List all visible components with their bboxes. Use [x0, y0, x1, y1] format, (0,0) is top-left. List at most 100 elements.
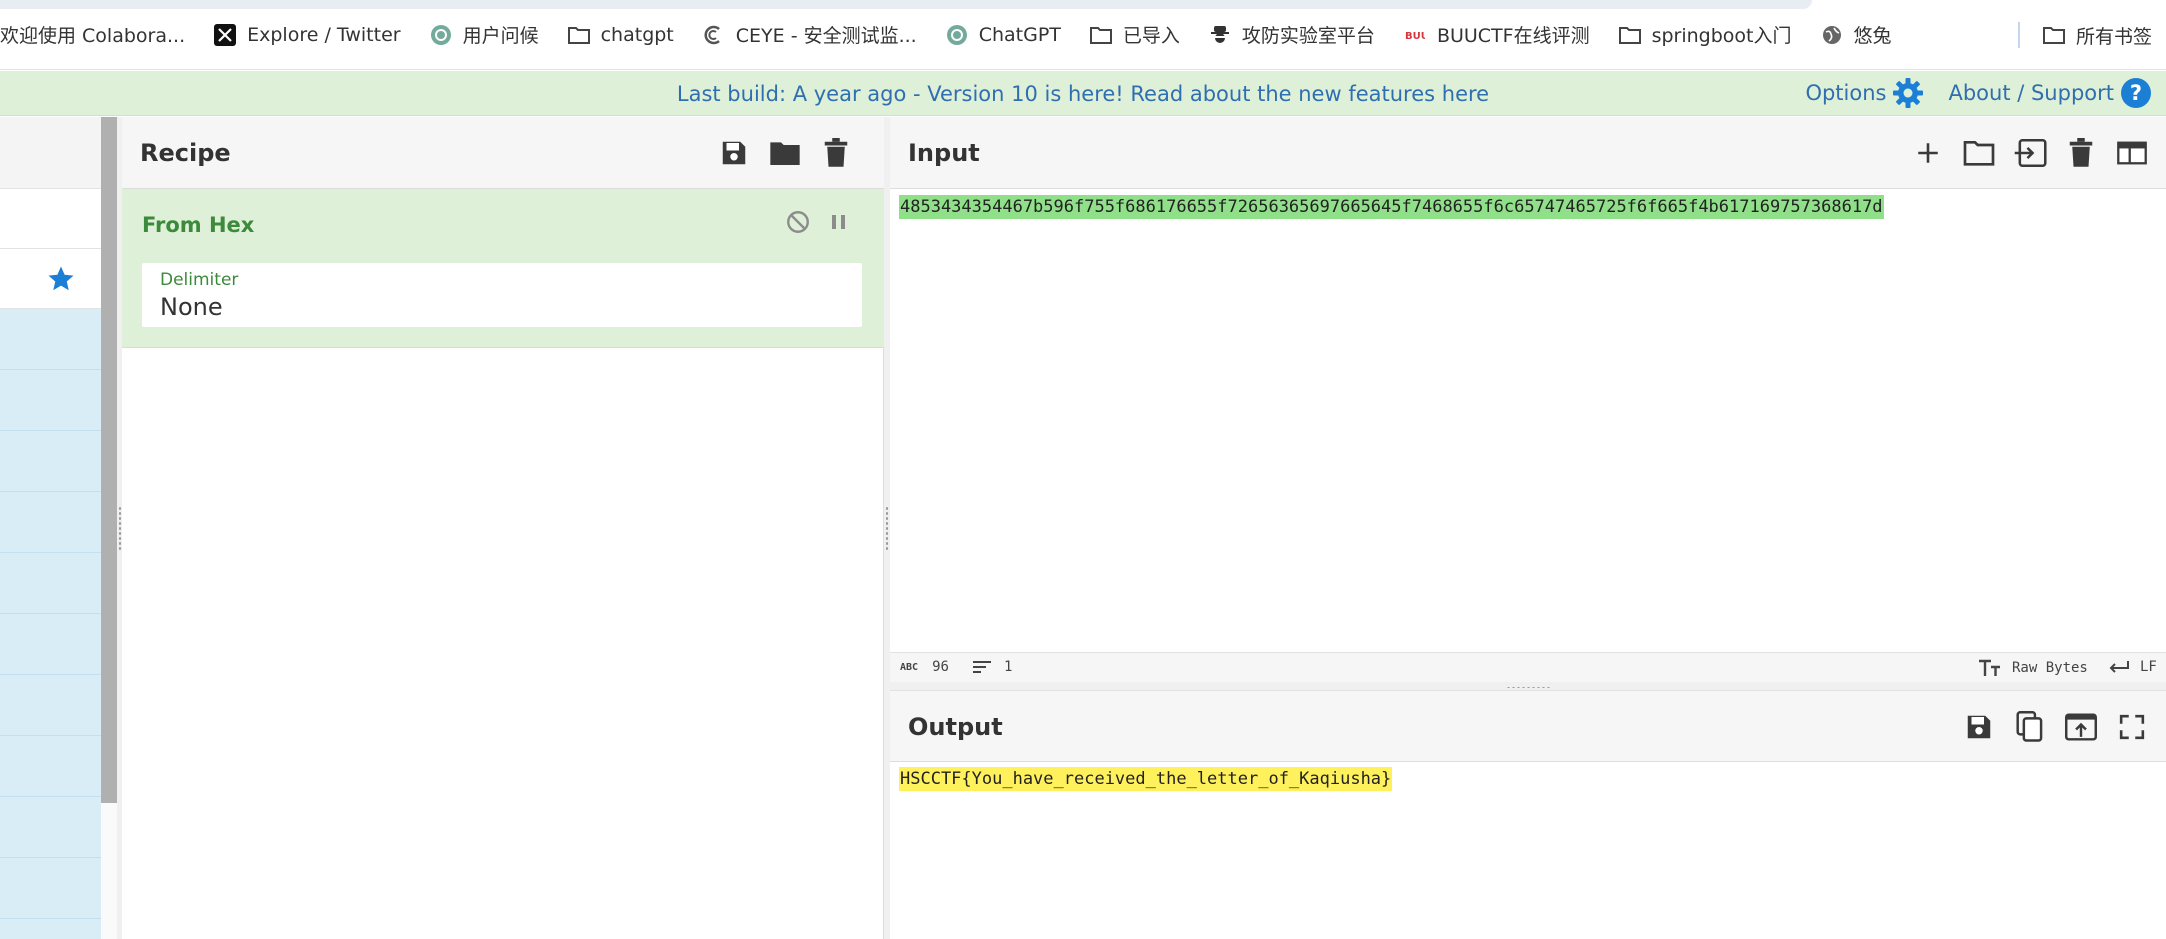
list-item[interactable]	[0, 431, 101, 492]
about-support-button[interactable]: About / Support ?	[1948, 77, 2152, 109]
bookmark-folder-imported[interactable]: 已导入	[1075, 15, 1194, 55]
replace-input-button[interactable]	[2063, 709, 2099, 745]
bookmark-label: 已导入	[1122, 25, 1180, 47]
operations-header	[0, 117, 101, 189]
bookmark-label: Explore / Twitter	[247, 23, 401, 46]
trash-icon	[824, 138, 848, 167]
input-eol-button[interactable]: LF	[2108, 659, 2157, 675]
recipe-pane: Recipe From Hex Delimiter None	[122, 117, 884, 939]
notice-link[interactable]: here	[1442, 82, 1489, 106]
bookmark-label: 攻防实验室平台	[1241, 25, 1375, 47]
disable-operation-button[interactable]	[785, 209, 811, 239]
bookmark-buuctf[interactable]: BUU BUUCTF在线评测	[1389, 15, 1604, 55]
bookmark-label: ChatGPT	[978, 23, 1061, 46]
bookmark-chatgpt[interactable]: ChatGPT	[931, 15, 1075, 55]
bookmark-attack-lab[interactable]: 攻防实验室平台	[1194, 15, 1389, 55]
open-file-button[interactable]	[2012, 135, 2048, 171]
fullscreen-icon	[2119, 714, 2145, 740]
svg-text:BUU: BUU	[1405, 31, 1425, 42]
bookmark-folder-chatgpt[interactable]: chatgpt	[553, 15, 688, 55]
maximise-output-button[interactable]	[2114, 709, 2150, 745]
output-text-highlight: HSCCTF{You_have_received_the_letter_of_K…	[899, 767, 1393, 791]
copy-icon	[2016, 711, 2043, 742]
input-encoding-button[interactable]: Raw Bytes	[1978, 659, 2088, 677]
globe-icon	[1820, 23, 1844, 47]
bookmarks-separator	[2017, 22, 2020, 48]
input-title: Input	[908, 139, 980, 167]
encoding-value: Raw Bytes	[2012, 660, 2088, 676]
input-pane: Input 4853434354467b596f755f686176655f72…	[890, 117, 2166, 682]
gear-icon	[1893, 78, 1924, 108]
delimiter-field[interactable]: Delimiter None	[142, 263, 862, 327]
copy-output-button[interactable]	[2012, 709, 2048, 745]
trash-icon	[2069, 138, 2093, 167]
recipe-operation-from-hex[interactable]: From Hex Delimiter None	[122, 189, 884, 348]
folder-icon	[2042, 23, 2066, 47]
bookmark-label: 悠兔	[1853, 25, 1892, 47]
list-item[interactable]	[0, 370, 101, 431]
move-to-input-icon	[2065, 713, 2097, 741]
lines-icon	[973, 661, 991, 673]
delimiter-label: Delimiter	[160, 270, 239, 290]
plus-icon	[1918, 143, 1938, 163]
output-title: Output	[908, 713, 1003, 741]
operations-panel	[0, 117, 101, 939]
operations-search[interactable]	[0, 189, 101, 249]
save-icon	[722, 141, 746, 165]
about-support-label: About / Support	[1948, 81, 2114, 105]
pause-icon	[832, 215, 845, 229]
folder-open-icon	[1963, 141, 1995, 166]
recipe-header: Recipe	[122, 117, 884, 189]
open-folder-button[interactable]	[1961, 135, 1997, 171]
bookmark-user-greeting[interactable]: 用户问候	[415, 15, 553, 55]
operations-scrollbar-thumb[interactable]	[101, 117, 117, 803]
input-textarea[interactable]: 4853434354467b596f755f686176655f72656365…	[899, 195, 1884, 219]
length-icon: ABC	[900, 661, 919, 673]
bookmark-youtu[interactable]: 悠兔	[1806, 15, 1906, 55]
clear-recipe-button[interactable]	[818, 135, 854, 171]
bookmark-label: 欢迎使用 Colabora...	[0, 25, 186, 47]
bookmark-colabora[interactable]: 欢迎使用 Colabora...	[0, 15, 199, 55]
output-textarea[interactable]: HSCCTF{You_have_received_the_letter_of_K…	[899, 767, 1393, 791]
output-pane: Output HSCCTF{You_have_received_the_lett…	[890, 690, 2166, 939]
bookmark-label: BUUCTF在线评测	[1436, 25, 1590, 47]
notice-prefix: Last build: A year ago - Version 10 is h…	[676, 82, 1442, 106]
bookmark-folder-springboot[interactable]: springboot入门	[1604, 15, 1806, 55]
load-recipe-button[interactable]	[767, 135, 803, 171]
list-item[interactable]	[0, 736, 101, 797]
list-item[interactable]	[0, 797, 101, 858]
operations-list	[0, 309, 101, 939]
favourites-category[interactable]	[0, 249, 101, 309]
add-input-tab-button[interactable]	[1910, 135, 1946, 171]
length-value: 96	[932, 659, 949, 675]
help-icon: ?	[2121, 78, 2151, 108]
bookmark-label: CEYE - 安全测试监...	[735, 25, 917, 47]
options-label: Options	[1805, 81, 1887, 105]
list-item[interactable]	[0, 675, 101, 736]
list-item[interactable]	[0, 492, 101, 553]
pause-operation-button[interactable]	[829, 209, 849, 239]
list-item[interactable]	[0, 614, 101, 675]
bookmark-twitter[interactable]: Explore / Twitter	[199, 15, 414, 55]
lines-value: 1	[1004, 659, 1013, 675]
save-recipe-button[interactable]	[716, 135, 752, 171]
options-button[interactable]: Options	[1805, 77, 1924, 109]
reset-layout-button[interactable]	[2114, 135, 2150, 171]
bookmark-label: springboot入门	[1651, 25, 1792, 47]
delimiter-value[interactable]: None	[160, 293, 840, 321]
bookmark-ceye[interactable]: CEYE - 安全测试监...	[688, 15, 931, 55]
svg-text:?: ?	[2130, 81, 2142, 105]
bookmark-all-bookmarks[interactable]: 所有书签	[2042, 15, 2152, 55]
list-item[interactable]	[0, 309, 101, 370]
notice-banner: Last build: A year ago - Version 10 is h…	[0, 71, 2166, 116]
folder-icon	[567, 23, 591, 47]
folder-icon	[770, 142, 800, 165]
list-item[interactable]	[0, 858, 101, 919]
input-header: Input	[890, 117, 2166, 189]
bookmarks-bar: 欢迎使用 Colabora... Explore / Twitter 用户问候 …	[0, 0, 2166, 70]
chatgpt-icon	[945, 23, 969, 47]
list-item[interactable]	[0, 553, 101, 614]
clear-input-button[interactable]	[2063, 135, 2099, 171]
file-import-icon	[2014, 139, 2047, 167]
save-output-button[interactable]	[1961, 709, 1997, 745]
